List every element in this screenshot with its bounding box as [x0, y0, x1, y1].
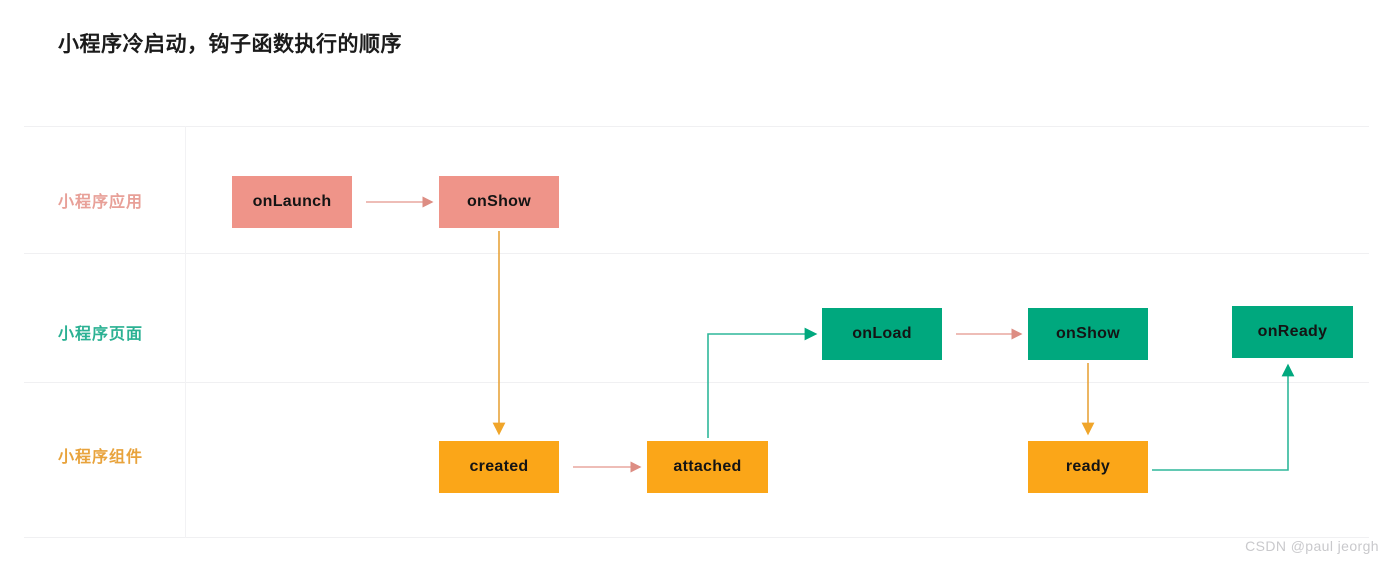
- node-onready[interactable]: onReady: [1232, 306, 1353, 358]
- node-onload[interactable]: onLoad: [822, 308, 942, 360]
- grid-line-top: [24, 126, 1369, 127]
- row-label-app: 小程序应用: [58, 194, 144, 211]
- node-onlaunch[interactable]: onLaunch: [232, 176, 352, 228]
- grid-line-label-column: [185, 126, 186, 538]
- grid-line-row2-row3: [24, 382, 1369, 383]
- node-onshow-page[interactable]: onShow: [1028, 308, 1148, 360]
- page-title: 小程序冷启动，钩子函数执行的顺序: [58, 33, 402, 56]
- row-label-component: 小程序组件: [58, 449, 144, 466]
- node-created[interactable]: created: [439, 441, 559, 493]
- watermark: CSDN @paul jeorgh: [1245, 538, 1379, 554]
- row-label-page: 小程序页面: [58, 326, 144, 343]
- node-attached[interactable]: attached: [647, 441, 768, 493]
- grid-line-row1-row2: [24, 253, 1369, 254]
- node-ready[interactable]: ready: [1028, 441, 1148, 493]
- node-onshow-app[interactable]: onShow: [439, 176, 559, 228]
- grid-line-bottom: [24, 537, 1369, 538]
